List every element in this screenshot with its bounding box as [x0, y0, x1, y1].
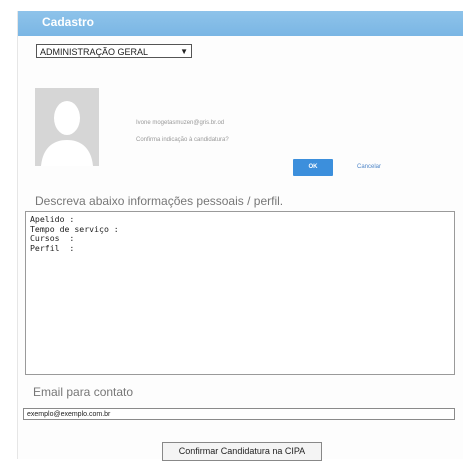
confirm-candidacy-button[interactable]: Confirmar Candidatura na CIPA — [162, 442, 322, 461]
page-title: Cadastro — [42, 15, 95, 29]
department-select[interactable]: ADMINISTRAÇÃO GERAL ▼ — [36, 44, 192, 58]
email-field[interactable]: exemplo@exemplo.com.br — [23, 408, 455, 420]
ok-button[interactable]: OK — [293, 159, 333, 176]
title-bar: Cadastro — [18, 11, 463, 36]
email-label: Email para contato — [33, 385, 134, 399]
candidate-confirm-text: Confirma indicação à candidatura? — [136, 137, 229, 143]
description-line: Tempo de serviço : — [30, 223, 119, 234]
description-label: Descreva abaixo informações pessoais / p… — [35, 194, 284, 208]
description-line: Cursos : — [30, 233, 75, 243]
description-textarea[interactable]: Apelido : Tempo de serviço : Cursos : Pe… — [25, 211, 455, 375]
chevron-down-icon: ▼ — [180, 47, 188, 56]
description-line: Perfil : — [30, 242, 75, 253]
user-silhouette-icon — [35, 88, 99, 166]
candidate-info-text: Ivone mogetasmuzen@gris.br.od — [136, 120, 225, 126]
cadastro-panel: Cadastro ADMINISTRAÇÃO GERAL ▼ Ivone mog… — [17, 11, 463, 461]
cancel-link[interactable]: Cancelar — [357, 164, 381, 170]
department-select-value: ADMINISTRAÇÃO GERAL — [40, 47, 149, 57]
avatar — [35, 88, 99, 166]
